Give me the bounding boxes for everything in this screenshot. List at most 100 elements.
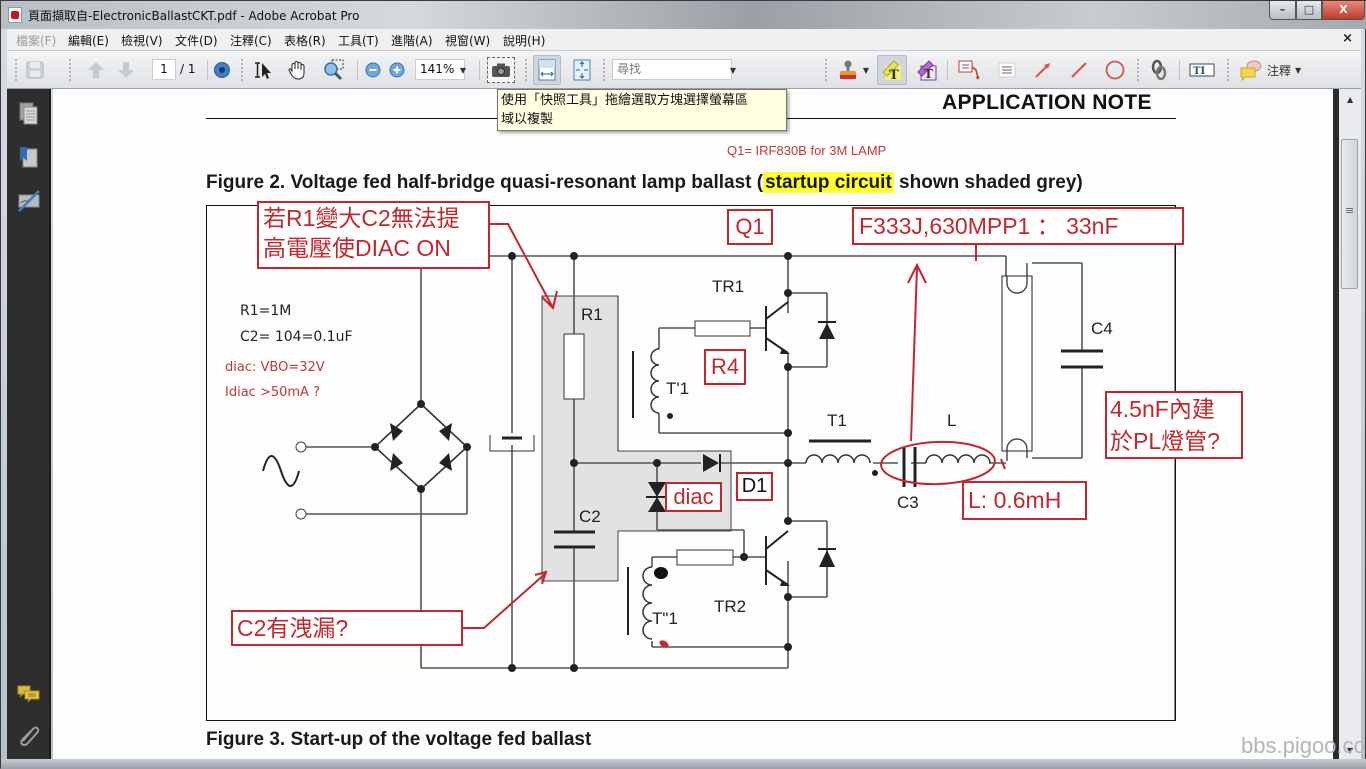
previous-page-button[interactable] [85,59,107,81]
annotation-q1[interactable]: Q1 [727,209,773,245]
underline-text-icon: T [917,60,937,81]
save-button[interactable] [23,59,47,81]
annotation-d1[interactable]: D1 [736,472,773,501]
toolbar-grip[interactable] [1137,59,1139,81]
label-c3: C3 [897,493,919,512]
signature-icon [18,190,40,212]
label-t1-primary: T'1 [666,379,690,398]
menu-advanced[interactable]: 進階(A) [391,32,433,49]
toolbar-grip[interactable] [603,59,605,81]
line-icon [1071,62,1087,78]
label-tr2: TR2 [714,597,747,616]
menu-forms[interactable]: 表格(R) [284,32,326,49]
title-bar: 頁面擷取自-ElectronicBallastCKT.pdf - Adobe A… [1,1,1366,29]
comments-panel-button[interactable] [17,683,41,707]
comment-menu-button[interactable]: 注釋 ▼ [1239,59,1313,81]
toolbar-grip[interactable] [525,59,527,81]
oval-icon [1105,60,1125,80]
vertical-scrollbar[interactable]: ▲ ▼ [1333,89,1361,759]
menu-edit[interactable]: 編輯(E) [68,32,109,49]
q1-note: Q1= IRF830B for 3M LAMP [727,143,887,158]
next-page-button[interactable] [115,59,137,81]
chevron-down-icon: ▼ [1295,65,1302,75]
hand-tool-button[interactable] [285,59,309,81]
maximize-button[interactable]: □ [1296,1,1322,20]
toolbar-grip[interactable] [241,59,243,81]
annotation-pl-lamp[interactable]: 4.5nF內建 於PL燈管? [1105,391,1243,459]
highlight-text-button[interactable]: T [877,55,907,85]
annotation-text: 4.5nF內建 [1110,396,1215,422]
find-dropdown-button[interactable]: ▼ [727,59,739,81]
page-total: / 1 [180,62,196,76]
toolbar-separator [947,60,948,80]
typewriter-tool-button[interactable]: TI [1187,59,1217,81]
annotation-diac[interactable]: diac [665,482,722,512]
window-title: 頁面擷取自-ElectronicBallastCKT.pdf - Adobe A… [28,9,360,23]
toolbar-grip[interactable] [69,59,71,81]
underline-text-button[interactable]: T [913,59,941,81]
param-idiac: Idiac >50mA ? [225,385,320,400]
toolbar-grip[interactable] [825,59,827,81]
note-callout-icon [958,60,980,80]
pages-panel-button[interactable] [17,101,41,125]
label-l: L [947,411,957,430]
link-tool-button[interactable] [1147,59,1171,81]
save-icon [26,61,44,79]
minimize-button[interactable]: – [1269,1,1296,20]
param-c2: C2= 104=0.1uF [240,329,353,345]
callout-tool-button[interactable] [955,59,983,81]
bookmarks-panel-button[interactable] [17,145,41,169]
menu-view[interactable]: 檢視(V) [121,32,163,49]
navigate-button[interactable] [211,59,233,81]
toolbar-grip[interactable] [1227,59,1229,81]
watermark: bbs.pigoo.com [1241,733,1366,758]
arrow-tool-button[interactable] [1031,59,1055,81]
zoom-in-button[interactable] [387,59,407,81]
zoom-dropdown-button[interactable]: ▼ [457,59,469,81]
menu-file[interactable]: 檔案(F) [16,32,56,49]
marquee-zoom-button[interactable] [321,59,347,81]
document-header: APPLICATION NOTE [942,91,1152,114]
fit-width-button[interactable] [533,55,561,85]
stamp-dropdown-button[interactable]: ▼ [861,59,871,81]
tooltip-text: 域以複製 [501,112,554,127]
find-input[interactable]: 尋找 [612,59,732,80]
down-arrow-icon [118,62,134,78]
signatures-panel-button[interactable] [17,189,41,213]
menu-comments[interactable]: 注釋(C) [230,32,272,49]
annotation-r1-note[interactable]: 若R1變大C2無法提 高電壓使DIAC ON [257,201,490,269]
close-button[interactable]: X [1322,1,1365,20]
text-box-tool-button[interactable] [995,59,1019,81]
oval-tool-button[interactable] [1103,59,1127,81]
page-number-input[interactable]: 1 [152,59,176,80]
attachments-panel-button[interactable] [17,723,41,747]
menu-window[interactable]: 視窗(W) [445,32,490,49]
navigate-icon [214,62,230,78]
pages-icon [19,102,38,125]
snapshot-icon [492,63,510,77]
scrollbar-thumb[interactable] [1341,139,1358,289]
select-text-icon [255,62,271,79]
fit-page-button[interactable] [569,59,595,81]
annotation-c2-leak[interactable]: C2有洩漏? [231,610,463,646]
snapshot-tool-button[interactable] [487,57,515,83]
annotation-l-value[interactable]: L: 0.6mH [962,481,1087,520]
annotation-r4[interactable]: R4 [704,349,746,385]
toolbar-separator [357,60,358,80]
menu-tools[interactable]: 工具(T) [338,32,379,49]
toolbar-grip[interactable] [15,59,17,81]
stamp-tool-button[interactable] [835,59,861,81]
zoom-in-icon [389,62,405,78]
chevron-down-icon: ▼ [729,65,737,75]
svg-text:T: T [924,67,933,81]
highlighted-text[interactable]: startup circuit [763,172,894,193]
menu-document[interactable]: 文件(D) [175,32,218,49]
close-document-icon[interactable]: × [1342,31,1353,46]
menu-help[interactable]: 說明(H) [503,32,545,49]
line-tool-button[interactable] [1067,59,1091,81]
label-t1: T1 [827,411,847,430]
zoom-out-button[interactable] [363,59,383,81]
select-tool-button[interactable] [251,59,275,81]
annotation-capacitor[interactable]: F333J,630MPP1 ： 33nF [852,207,1184,245]
scroll-up-icon[interactable]: ▲ [1347,95,1353,104]
